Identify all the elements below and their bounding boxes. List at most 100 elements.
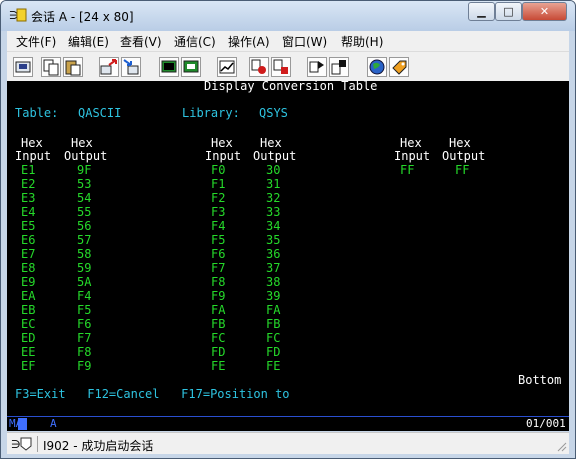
col1-input-cell[interactable]: EE [21,345,35,359]
col2-input-cell[interactable]: F7 [211,261,225,275]
col2-output-cell[interactable]: 38 [266,275,280,289]
print-screen-icon[interactable] [13,57,33,77]
stop-macro-icon[interactable] [271,57,291,77]
close-button[interactable]: ✕ [522,2,567,21]
col1-output-cell[interactable]: F9 [77,359,91,373]
col1-output-cell[interactable]: 58 [77,247,91,261]
col2-input-cell[interactable]: F8 [211,275,225,289]
title-bar[interactable]: ∋ 会话 A - [24 x 80] ▁ □ ✕ [1,1,575,31]
col1-output-cell[interactable]: F5 [77,303,91,317]
col1-input-cell[interactable]: E6 [21,233,35,247]
col2-output-cell[interactable]: 32 [266,191,280,205]
col1-input-cell[interactable]: E4 [21,205,35,219]
col2-input-cell[interactable]: FB [211,317,225,331]
resize-grip-icon[interactable] [557,442,567,452]
col2-output-cell[interactable]: 34 [266,219,280,233]
col1-input-cell[interactable]: EC [21,317,35,331]
col1-output-cell[interactable]: 59 [77,261,91,275]
col1-output-cell[interactable]: F8 [77,345,91,359]
display-icon[interactable] [159,57,179,77]
col2-input-cell[interactable]: F2 [211,191,225,205]
col1-input-cell[interactable]: EB [21,303,35,317]
col2-output-cell[interactable]: 36 [266,247,280,261]
col1-input-cell[interactable]: E8 [21,261,35,275]
col1-input-cell[interactable]: E1 [21,163,35,177]
col2-output-cell[interactable]: 39 [266,289,280,303]
col2-output-cell[interactable]: 30 [266,163,280,177]
receive-file-icon[interactable] [121,57,141,77]
globe-icon[interactable] [367,57,387,77]
col1-input-cell[interactable]: EF [21,359,35,373]
col2-output-cell[interactable]: 35 [266,233,280,247]
menu-actions[interactable]: 操作(A) [228,33,270,50]
col3-output-cell[interactable]: FF [455,163,469,177]
col2-input-cell[interactable]: FA [211,303,225,317]
col2-output-cell[interactable]: FE [266,359,280,373]
col2-input-cell[interactable]: F1 [211,177,225,191]
col2-input-cell[interactable]: F3 [211,205,225,219]
col1-input-cell[interactable]: E7 [21,247,35,261]
status-message: I902 - 成功启动会话 [43,439,154,453]
macro-list-icon[interactable] [329,57,349,77]
col2-output-cell[interactable]: 37 [266,261,280,275]
col3-input-hex-header: Hex [400,136,422,150]
graph-icon[interactable] [217,57,237,77]
menu-view[interactable]: 查看(V) [120,33,162,50]
col2-input-cell[interactable]: F4 [211,219,225,233]
menu-window[interactable]: 窗口(W) [282,33,327,50]
col2-input-cell[interactable]: FD [211,345,225,359]
col1-output-cell[interactable]: F6 [77,317,91,331]
col2-input-cell[interactable]: FC [211,331,225,345]
play-macro-icon[interactable] [307,57,327,77]
operator-info-area: MA A 01/001 [7,416,569,431]
paste-icon[interactable] [63,57,83,77]
col2-input-cell[interactable]: F0 [211,163,225,177]
col1-input-cell[interactable]: E9 [21,275,35,289]
keyboard-map-icon[interactable] [181,57,201,77]
col2-output-cell[interactable]: 31 [266,177,280,191]
col1-output-cell[interactable]: 55 [77,205,91,219]
col1-output-cell[interactable]: F4 [77,289,91,303]
col2-input-cell[interactable]: F9 [211,289,225,303]
col1-output-cell[interactable]: 56 [77,219,91,233]
col1-input-cell[interactable]: ED [21,331,35,345]
maximize-button[interactable]: □ [495,2,522,21]
col1-input-cell[interactable]: E3 [21,191,35,205]
col3-input-header: Input [394,149,431,163]
col2-output-cell[interactable]: 33 [266,205,280,219]
col1-output-cell[interactable]: 54 [77,191,91,205]
col1-input-cell[interactable]: E2 [21,177,35,191]
col1-output-cell[interactable]: 53 [77,177,91,191]
record-macro-icon[interactable] [249,57,269,77]
col2-input-cell[interactable]: FE [211,359,225,373]
col1-output-cell[interactable]: 57 [77,233,91,247]
status-bar: ∋ I902 - 成功启动会话 [7,432,569,454]
menu-help[interactable]: 帮助(H) [341,33,383,50]
col2-output-cell[interactable]: FA [266,303,280,317]
col2-output-cell[interactable]: FD [266,345,280,359]
col2-output-header: Output [253,149,297,163]
col1-output-cell[interactable]: 9F [77,163,91,177]
menu-edit[interactable]: 编辑(E) [68,33,109,50]
toolbar [7,51,569,81]
col1-input-list: E1 E2 E3 E4 E5 E6 E7 E8 E9 EA EB EC ED E… [21,163,35,373]
col1-input-cell[interactable]: EA [21,289,35,303]
col1-output-cell[interactable]: F7 [77,331,91,345]
minimize-button[interactable]: ▁ [468,2,495,21]
col2-output-cell[interactable]: FB [266,317,280,331]
col1-output-cell[interactable]: 5A [77,275,91,289]
help-tag-icon[interactable] [389,57,409,77]
col2-input-cell[interactable]: F5 [211,233,225,247]
window-title: 会话 A - [24 x 80] [31,10,134,24]
terminal-screen[interactable]: Display Conversion Table Table: QASCII L… [7,79,569,416]
send-file-icon[interactable] [99,57,119,77]
status-separator [37,436,38,452]
menu-file[interactable]: 文件(F) [16,33,56,50]
copy-icon[interactable] [41,57,61,77]
col1-input-cell[interactable]: E5 [21,219,35,233]
col2-output-cell[interactable]: FC [266,331,280,345]
col2-input-cell[interactable]: F6 [211,247,225,261]
col3-input-cell[interactable]: FF [400,163,414,177]
col2-output-hex-header: Hex [260,136,282,150]
menu-communication[interactable]: 通信(C) [174,33,216,50]
